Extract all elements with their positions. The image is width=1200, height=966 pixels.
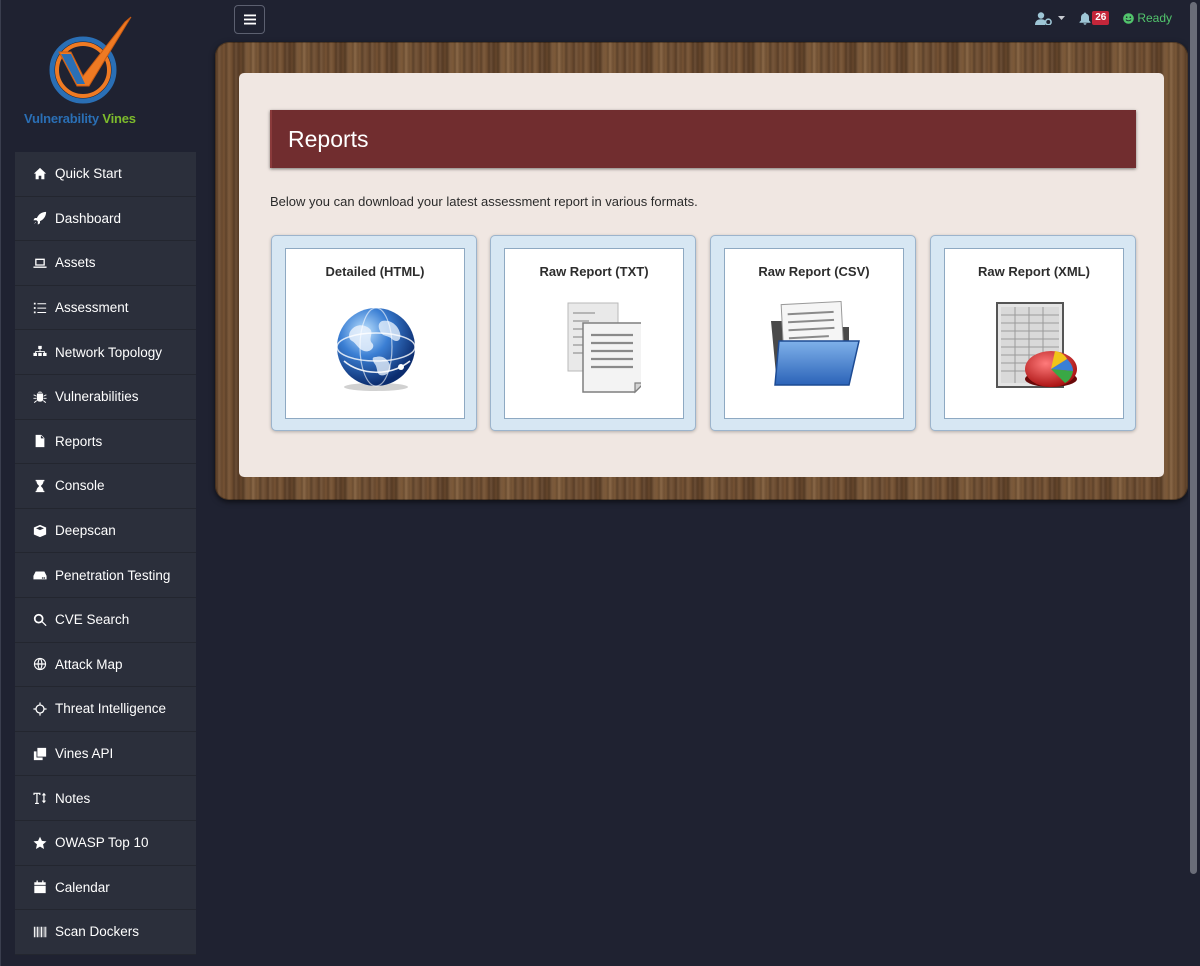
sidebar-toggle-button[interactable] [234,5,265,34]
sidebar-item-calendar[interactable]: Calendar [15,865,196,911]
brand-name: Vulnerability Vines [24,111,136,126]
sitemap-icon [32,344,48,360]
star-icon [32,835,48,851]
status-label: Ready [1137,11,1172,25]
brand-logo[interactable]: Vulnerability Vines [15,0,196,152]
text-height-icon [32,790,48,806]
smile-icon [1123,12,1135,24]
sidebar-item-threat-intelligence[interactable]: Threat Intelligence [15,687,196,732]
report-card-inner: Raw Report (XML) [944,248,1124,419]
sidebar-item-label: Assessment [55,300,129,316]
globe-icon [32,656,48,672]
rocket-icon [32,210,48,226]
sidebar-item-reports[interactable]: Reports [15,419,196,465]
sidebar-item-cve-search[interactable]: CVE Search [15,597,196,643]
logo-checkmark-icon [49,16,132,104]
window-border [0,0,1,966]
sidebar-item-label: OWASP Top 10 [55,835,149,851]
documents-image-icon [567,302,641,394]
sidebar-item-label: Calendar [55,879,110,895]
sidebar-nav: Quick Start Dashboard Assets Assessment … [15,152,196,955]
hdd-icon [32,567,48,583]
report-card-inner: Detailed (HTML) [285,248,465,419]
sidebar-item-vulnerabilities[interactable]: Vulnerabilities [15,374,196,420]
intro-text: Below you can download your latest asses… [270,194,698,209]
sidebar-item-label: CVE Search [55,612,130,628]
sidebar-item-penetration-testing[interactable]: Penetration Testing [15,553,196,598]
sidebar-item-console[interactable]: Console [15,464,196,509]
status-indicator: Ready [1123,11,1172,25]
report-card-xml[interactable]: Raw Report (XML) [930,235,1136,431]
sidebar-item-label: Threat Intelligence [55,701,167,717]
spreadsheet-chart-image-icon [996,302,1077,388]
report-card-txt[interactable]: Raw Report (TXT) [490,235,696,431]
topbar-actions: 26 Ready [1035,11,1172,25]
search-icon [32,612,48,628]
report-card-inner: Raw Report (CSV) [724,248,904,419]
sidebar-item-label: Network Topology [55,344,163,360]
brand-name-part2: Vines [102,111,136,126]
hourglass-icon [32,478,48,494]
sidebar-item-label: Console [55,478,105,494]
user-cog-icon [1035,11,1053,25]
clone-icon [32,746,48,762]
sidebar-item-network-topology[interactable]: Network Topology [15,330,196,375]
sidebar-item-attack-map[interactable]: Attack Map [15,642,196,688]
cube-icon [32,523,48,539]
report-card-title: Raw Report (CSV) [758,264,870,279]
report-card-csv[interactable]: Raw Report (CSV) [710,235,916,431]
page-title: Reports [288,125,369,152]
report-card-inner: Raw Report (TXT) [504,248,684,419]
sidebar: Vulnerability Vines Quick Start Dashboar… [15,0,196,966]
sidebar-item-label: Attack Map [55,656,123,672]
sidebar-item-dashboard[interactable]: Dashboard [15,196,196,242]
app-window: Vulnerability Vines Quick Start Dashboar… [0,0,1200,966]
file-icon [32,433,48,449]
sidebar-item-label: Notes [55,790,91,806]
report-card-html[interactable]: Detailed (HTML) [271,235,477,431]
sidebar-item-label: Deepscan [55,523,116,539]
report-card-title: Detailed (HTML) [325,264,425,279]
bell-icon [1079,12,1091,25]
brand-name-part1: Vulnerability [24,111,99,126]
sidebar-item-label: Dashboard [55,210,122,226]
home-icon [32,166,48,182]
sidebar-item-label: Assets [55,255,96,271]
page-scrollbar[interactable] [1188,0,1200,966]
list-icon [32,300,48,316]
sidebar-item-label: Quick Start [55,166,122,182]
sidebar-item-scan-dockers[interactable]: Scan Dockers [15,910,196,955]
sidebar-item-vines-api[interactable]: Vines API [15,731,196,777]
notifications-button[interactable]: 26 [1079,11,1110,25]
sidebar-item-owasp-top-10[interactable]: OWASP Top 10 [15,820,196,866]
caret-down-icon [1058,16,1066,20]
report-card-title: Raw Report (TXT) [539,264,649,279]
calendar-icon [32,879,48,895]
laptop-icon [32,255,48,271]
hamburger-icon [243,14,256,25]
sidebar-item-label: Scan Dockers [55,924,140,940]
report-card-title: Raw Report (XML) [978,264,1090,279]
scrollbar-thumb[interactable] [1190,2,1197,874]
barcode-icon [32,924,48,940]
bug-icon [32,389,48,405]
page-header: Reports [270,110,1136,168]
sidebar-item-deepscan[interactable]: Deepscan [15,508,196,554]
notification-count-badge: 26 [1092,11,1110,25]
sidebar-item-assessment[interactable]: Assessment [15,285,196,331]
folder-image-icon [771,300,860,386]
sidebar-item-assets[interactable]: Assets [15,241,196,286]
sidebar-item-label: Vines API [55,746,114,762]
globe-image-icon [336,307,416,391]
sidebar-item-notes[interactable]: Notes [15,776,196,821]
sidebar-item-label: Penetration Testing [55,567,171,583]
sidebar-item-label: Reports [55,433,103,449]
sidebar-item-quick-start[interactable]: Quick Start [15,152,196,197]
crosshairs-icon [32,701,48,717]
user-menu-dropdown[interactable] [1035,11,1066,25]
sidebar-item-label: Vulnerabilities [55,389,139,405]
